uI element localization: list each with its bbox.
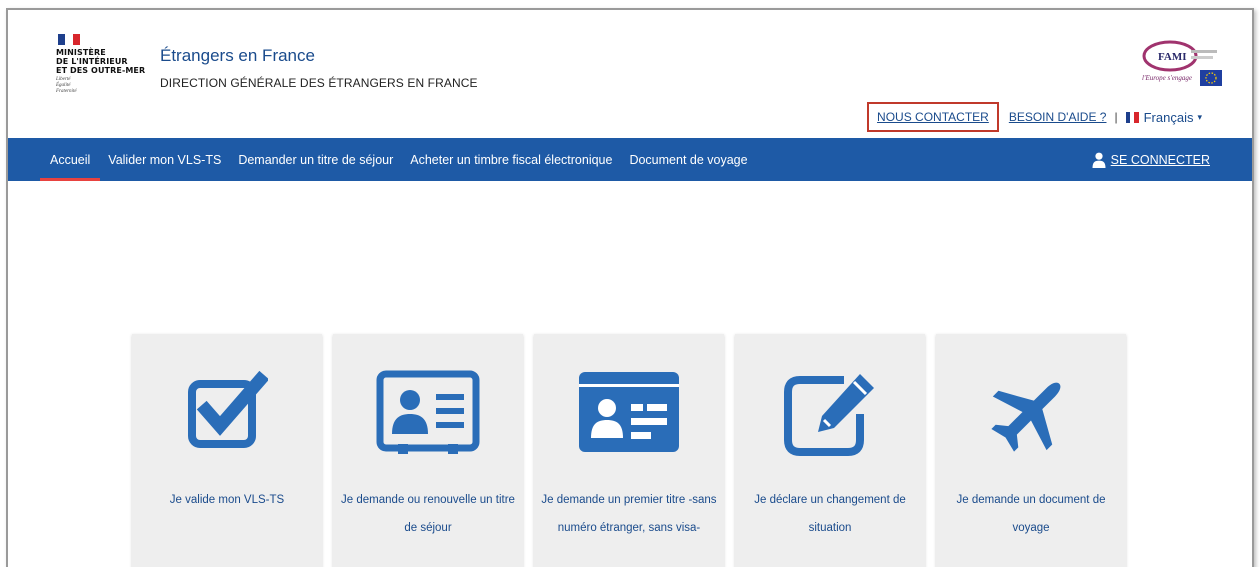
- ministry-line-2: DE L'INTÉRIEUR: [56, 57, 128, 66]
- card-label-line: de séjour: [404, 522, 452, 534]
- card-label-line: Je demande un document de: [956, 494, 1106, 506]
- card-document-voyage[interactable]: Je demande un document de voyage: [936, 334, 1126, 567]
- card-label-line: Je demande un premier titre -sans: [541, 494, 717, 506]
- site-subtitle: DIRECTION GÉNÉRALE DES ÉTRANGERS EN FRAN…: [160, 76, 478, 90]
- checkbox-check-icon: [188, 370, 268, 448]
- browser-frame: MINISTÈRE DE L'INTÉRIEUR ET DES OUTRE-ME…: [6, 8, 1254, 567]
- card-label: Je demande ou renouvelle un titre de séj…: [337, 486, 519, 542]
- site-header: MINISTÈRE DE L'INTÉRIEUR ET DES OUTRE-ME…: [8, 10, 1252, 137]
- motto-line-3: Fraternité: [56, 89, 77, 94]
- help-link[interactable]: BESOIN D'AIDE ?: [1009, 110, 1107, 124]
- card-label: Je demande un premier titre -sans numéro…: [538, 486, 720, 542]
- link-separator: |: [1114, 110, 1118, 124]
- french-flag-icon: [1125, 111, 1139, 123]
- svg-text:FAMI: FAMI: [1158, 51, 1187, 63]
- card-label-line: situation: [808, 522, 852, 534]
- card-label-line: Je déclare un changement de: [754, 494, 906, 506]
- contact-link[interactable]: NOUS CONTACTER: [877, 110, 989, 124]
- caret-down-icon: ▾: [1197, 111, 1202, 122]
- card-label-line: Je valide mon VLS-TS: [169, 494, 285, 506]
- site-title[interactable]: Étrangers en France: [160, 46, 315, 66]
- ministry-line-1: MINISTÈRE: [56, 48, 106, 57]
- card-label-line: numéro étranger, sans visa-: [557, 522, 701, 534]
- ministry-logo[interactable]: MINISTÈRE DE L'INTÉRIEUR ET DES OUTRE-ME…: [56, 34, 146, 95]
- user-icon: [1092, 152, 1106, 168]
- svg-text:l'Europe s'engage: l'Europe s'engage: [1142, 74, 1192, 82]
- card-label-line: Je demande ou renouvelle un titre: [341, 494, 515, 506]
- service-cards: Je valide mon VLS-TS Je demande ou renou…: [132, 334, 1137, 567]
- edit-pencil-icon: [784, 374, 874, 456]
- card-label: Je valide mon VLS-TS: [136, 486, 318, 514]
- contact-highlight: NOUS CONTACTER: [867, 102, 999, 132]
- login-label: SE CONNECTER: [1110, 152, 1210, 167]
- utility-links: NOUS CONTACTER BESOIN D'AIDE ? | Françai…: [867, 102, 1202, 132]
- id-card-outline-icon: [376, 370, 480, 454]
- nav-menu: Accueil Valider mon VLS-TS Demander un t…: [39, 138, 765, 181]
- card-changement-situation[interactable]: Je déclare un changement de situation: [735, 334, 925, 567]
- republic-motto: Liberté Égalité Fraternité: [56, 77, 146, 95]
- card-titre-sejour[interactable]: Je demande ou renouvelle un titre de séj…: [333, 334, 523, 567]
- marianne-flag-icon: [58, 34, 80, 45]
- language-selector[interactable]: Français ▾: [1125, 109, 1202, 125]
- nav-item-accueil[interactable]: Accueil: [39, 138, 101, 181]
- nav-item-titre-sejour[interactable]: Demander un titre de séjour: [238, 138, 393, 181]
- nav-item-document-voyage[interactable]: Document de voyage: [629, 138, 747, 181]
- card-premier-titre[interactable]: Je demande un premier titre -sans numéro…: [534, 334, 724, 567]
- card-label-line: voyage: [1012, 522, 1050, 534]
- nav-item-valider-vls-ts[interactable]: Valider mon VLS-TS: [108, 138, 221, 181]
- language-label: Français: [1143, 109, 1194, 125]
- nav-item-timbre-fiscal[interactable]: Acheter un timbre fiscal électronique: [410, 138, 612, 181]
- fami-eu-logo: FAMI l'Europe s'engage: [1142, 40, 1222, 86]
- main-navbar: Accueil Valider mon VLS-TS Demander un t…: [8, 138, 1252, 181]
- id-card-filled-icon: [579, 372, 679, 452]
- card-label: Je déclare un changement de situation: [739, 486, 921, 542]
- ministry-line-3: ET DES OUTRE-MER: [56, 66, 146, 75]
- ministry-name: MINISTÈRE DE L'INTÉRIEUR ET DES OUTRE-ME…: [56, 48, 146, 75]
- airplane-icon: [991, 382, 1061, 452]
- card-valider-vls-ts[interactable]: Je valide mon VLS-TS: [132, 334, 322, 567]
- login-button[interactable]: SE CONNECTER: [1092, 138, 1210, 181]
- card-label: Je demande un document de voyage: [940, 486, 1122, 542]
